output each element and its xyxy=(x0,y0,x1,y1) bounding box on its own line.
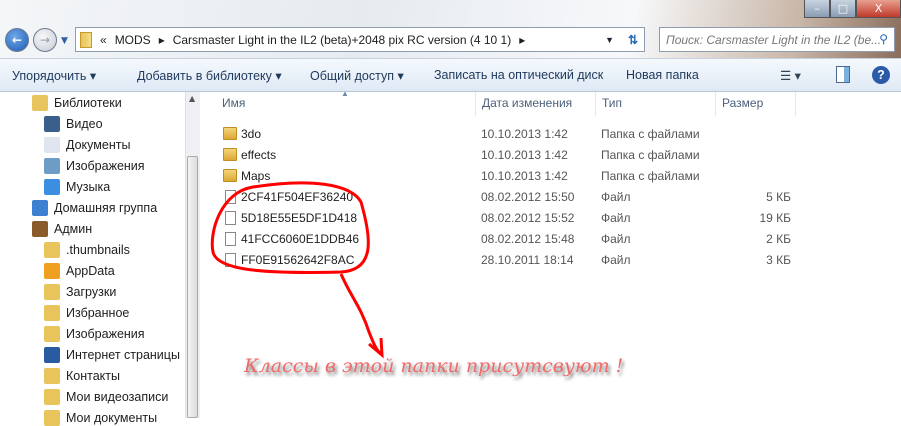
nav-item[interactable]: Избранное xyxy=(44,305,129,321)
refresh-icon[interactable]: ⇅ xyxy=(628,33,638,47)
view-options-icon[interactable]: ☰ ▾ xyxy=(780,68,801,83)
nav-item-label: Библиотеки xyxy=(54,96,122,110)
arrow xyxy=(339,273,384,359)
nav-item-label: Музыка xyxy=(66,180,111,194)
breadcrumb-separator[interactable]: ▸ xyxy=(519,33,525,47)
docs-folder-icon xyxy=(44,410,60,426)
favorites-icon xyxy=(44,305,60,321)
search-input[interactable]: Поиск: Carsmaster Light in the IL2 (be..… xyxy=(659,27,895,52)
nav-item-label: Админ xyxy=(54,222,93,236)
nav-item[interactable]: Домашняя группа xyxy=(32,200,157,216)
documents-icon xyxy=(44,137,60,153)
nav-item[interactable]: Админ xyxy=(32,221,92,237)
forward-button[interactable]: → xyxy=(33,28,57,52)
nav-item-label: Избранное xyxy=(66,306,130,320)
annotation-text: Классы в этой папки присутсвуют ! xyxy=(244,355,624,377)
command-bar: Упорядочить ▾ Добавить в библиотеку ▾ Об… xyxy=(0,58,901,92)
title-bar: – □ X ← → ▼ « MODS ▸ Carsmaster Light in… xyxy=(0,0,901,58)
navigation-pane: ▲ Библиотеки Видео Документы Изображения Муз… xyxy=(0,92,200,426)
nav-item-label: Контакты xyxy=(66,369,120,383)
nav-item[interactable]: Изображения xyxy=(44,158,145,174)
pictures-icon xyxy=(44,158,60,174)
nav-item[interactable]: Мои документы xyxy=(44,410,157,426)
organize-button[interactable]: Упорядочить ▾ xyxy=(12,68,96,83)
nav-item[interactable]: Изображения xyxy=(44,326,145,342)
burn-button[interactable]: Записать на оптический диск xyxy=(434,68,603,82)
video-icon xyxy=(44,116,60,132)
nav-item[interactable]: Музыка xyxy=(44,179,110,195)
breadcrumb-separator[interactable]: ▸ xyxy=(159,33,165,47)
homegroup-icon xyxy=(32,200,48,216)
nav-item-label: Загрузки xyxy=(66,285,117,299)
address-bar[interactable]: « MODS ▸ Carsmaster Light in the IL2 (be… xyxy=(75,27,645,52)
user-icon xyxy=(32,221,48,237)
preview-pane-icon[interactable] xyxy=(836,66,850,83)
pictures-folder-icon xyxy=(44,326,60,342)
nav-item-label: Документы xyxy=(66,138,131,152)
appdata-icon xyxy=(44,263,60,279)
nav-item-label: Изображения xyxy=(66,327,145,341)
search-icon[interactable]: ⚲ xyxy=(879,32,888,46)
nav-item-label: Интернет страницы xyxy=(66,348,180,362)
scroll-up-icon[interactable]: ▲ xyxy=(189,94,195,103)
nav-item-label: Изображения xyxy=(66,159,145,173)
nav-item[interactable]: Библиотеки xyxy=(32,95,122,111)
share-button[interactable]: Общий доступ ▾ xyxy=(310,68,404,83)
nav-item-label: Мои документы xyxy=(66,411,158,425)
help-icon[interactable]: ? xyxy=(872,66,890,84)
nav-item-label: Домашняя группа xyxy=(54,201,158,215)
nav-item-label: Мои видеозаписи xyxy=(66,390,169,404)
library-icon xyxy=(32,95,48,111)
nav-item-label: Видео xyxy=(66,117,103,131)
address-prefix[interactable]: « xyxy=(100,33,107,47)
close-button[interactable]: X xyxy=(856,0,901,18)
nav-item-label: AppData xyxy=(66,264,115,278)
videos-folder-icon xyxy=(44,389,60,405)
minimize-button[interactable]: – xyxy=(804,0,830,18)
nav-item-label: .thumbnails xyxy=(66,243,130,257)
nav-item[interactable]: AppData xyxy=(44,263,115,279)
nav-item[interactable]: Загрузки xyxy=(44,284,116,300)
breadcrumb-mods[interactable]: MODS xyxy=(115,33,151,47)
folder-icon xyxy=(44,242,60,258)
new-folder-button[interactable]: Новая папка xyxy=(626,68,699,82)
breadcrumb-current[interactable]: Carsmaster Light in the IL2 (beta)+2048 … xyxy=(173,33,512,47)
ie-icon xyxy=(44,347,60,363)
maximize-button[interactable]: □ xyxy=(830,0,856,18)
nav-item[interactable]: Контакты xyxy=(44,368,120,384)
folder-icon xyxy=(80,31,92,48)
nav-item[interactable]: Интернет страницы xyxy=(44,347,180,363)
highlight-circle xyxy=(210,181,370,274)
search-placeholder: Поиск: Carsmaster Light in the IL2 (be..… xyxy=(666,33,882,47)
nav-scrollbar-thumb[interactable] xyxy=(187,156,198,418)
nav-item[interactable]: .thumbnails xyxy=(44,242,130,258)
back-button[interactable]: ← xyxy=(5,28,29,52)
recent-pages-dropdown[interactable]: ▼ xyxy=(61,36,68,46)
nav-item[interactable]: Мои видеозаписи xyxy=(44,389,168,405)
music-icon xyxy=(44,179,60,195)
address-dropdown-icon[interactable]: ▼ xyxy=(605,35,614,45)
contacts-icon xyxy=(44,368,60,384)
downloads-icon xyxy=(44,284,60,300)
nav-item[interactable]: Документы xyxy=(44,137,130,153)
nav-item[interactable]: Видео xyxy=(44,116,103,132)
add-to-library-button[interactable]: Добавить в библиотеку ▾ xyxy=(137,68,282,83)
